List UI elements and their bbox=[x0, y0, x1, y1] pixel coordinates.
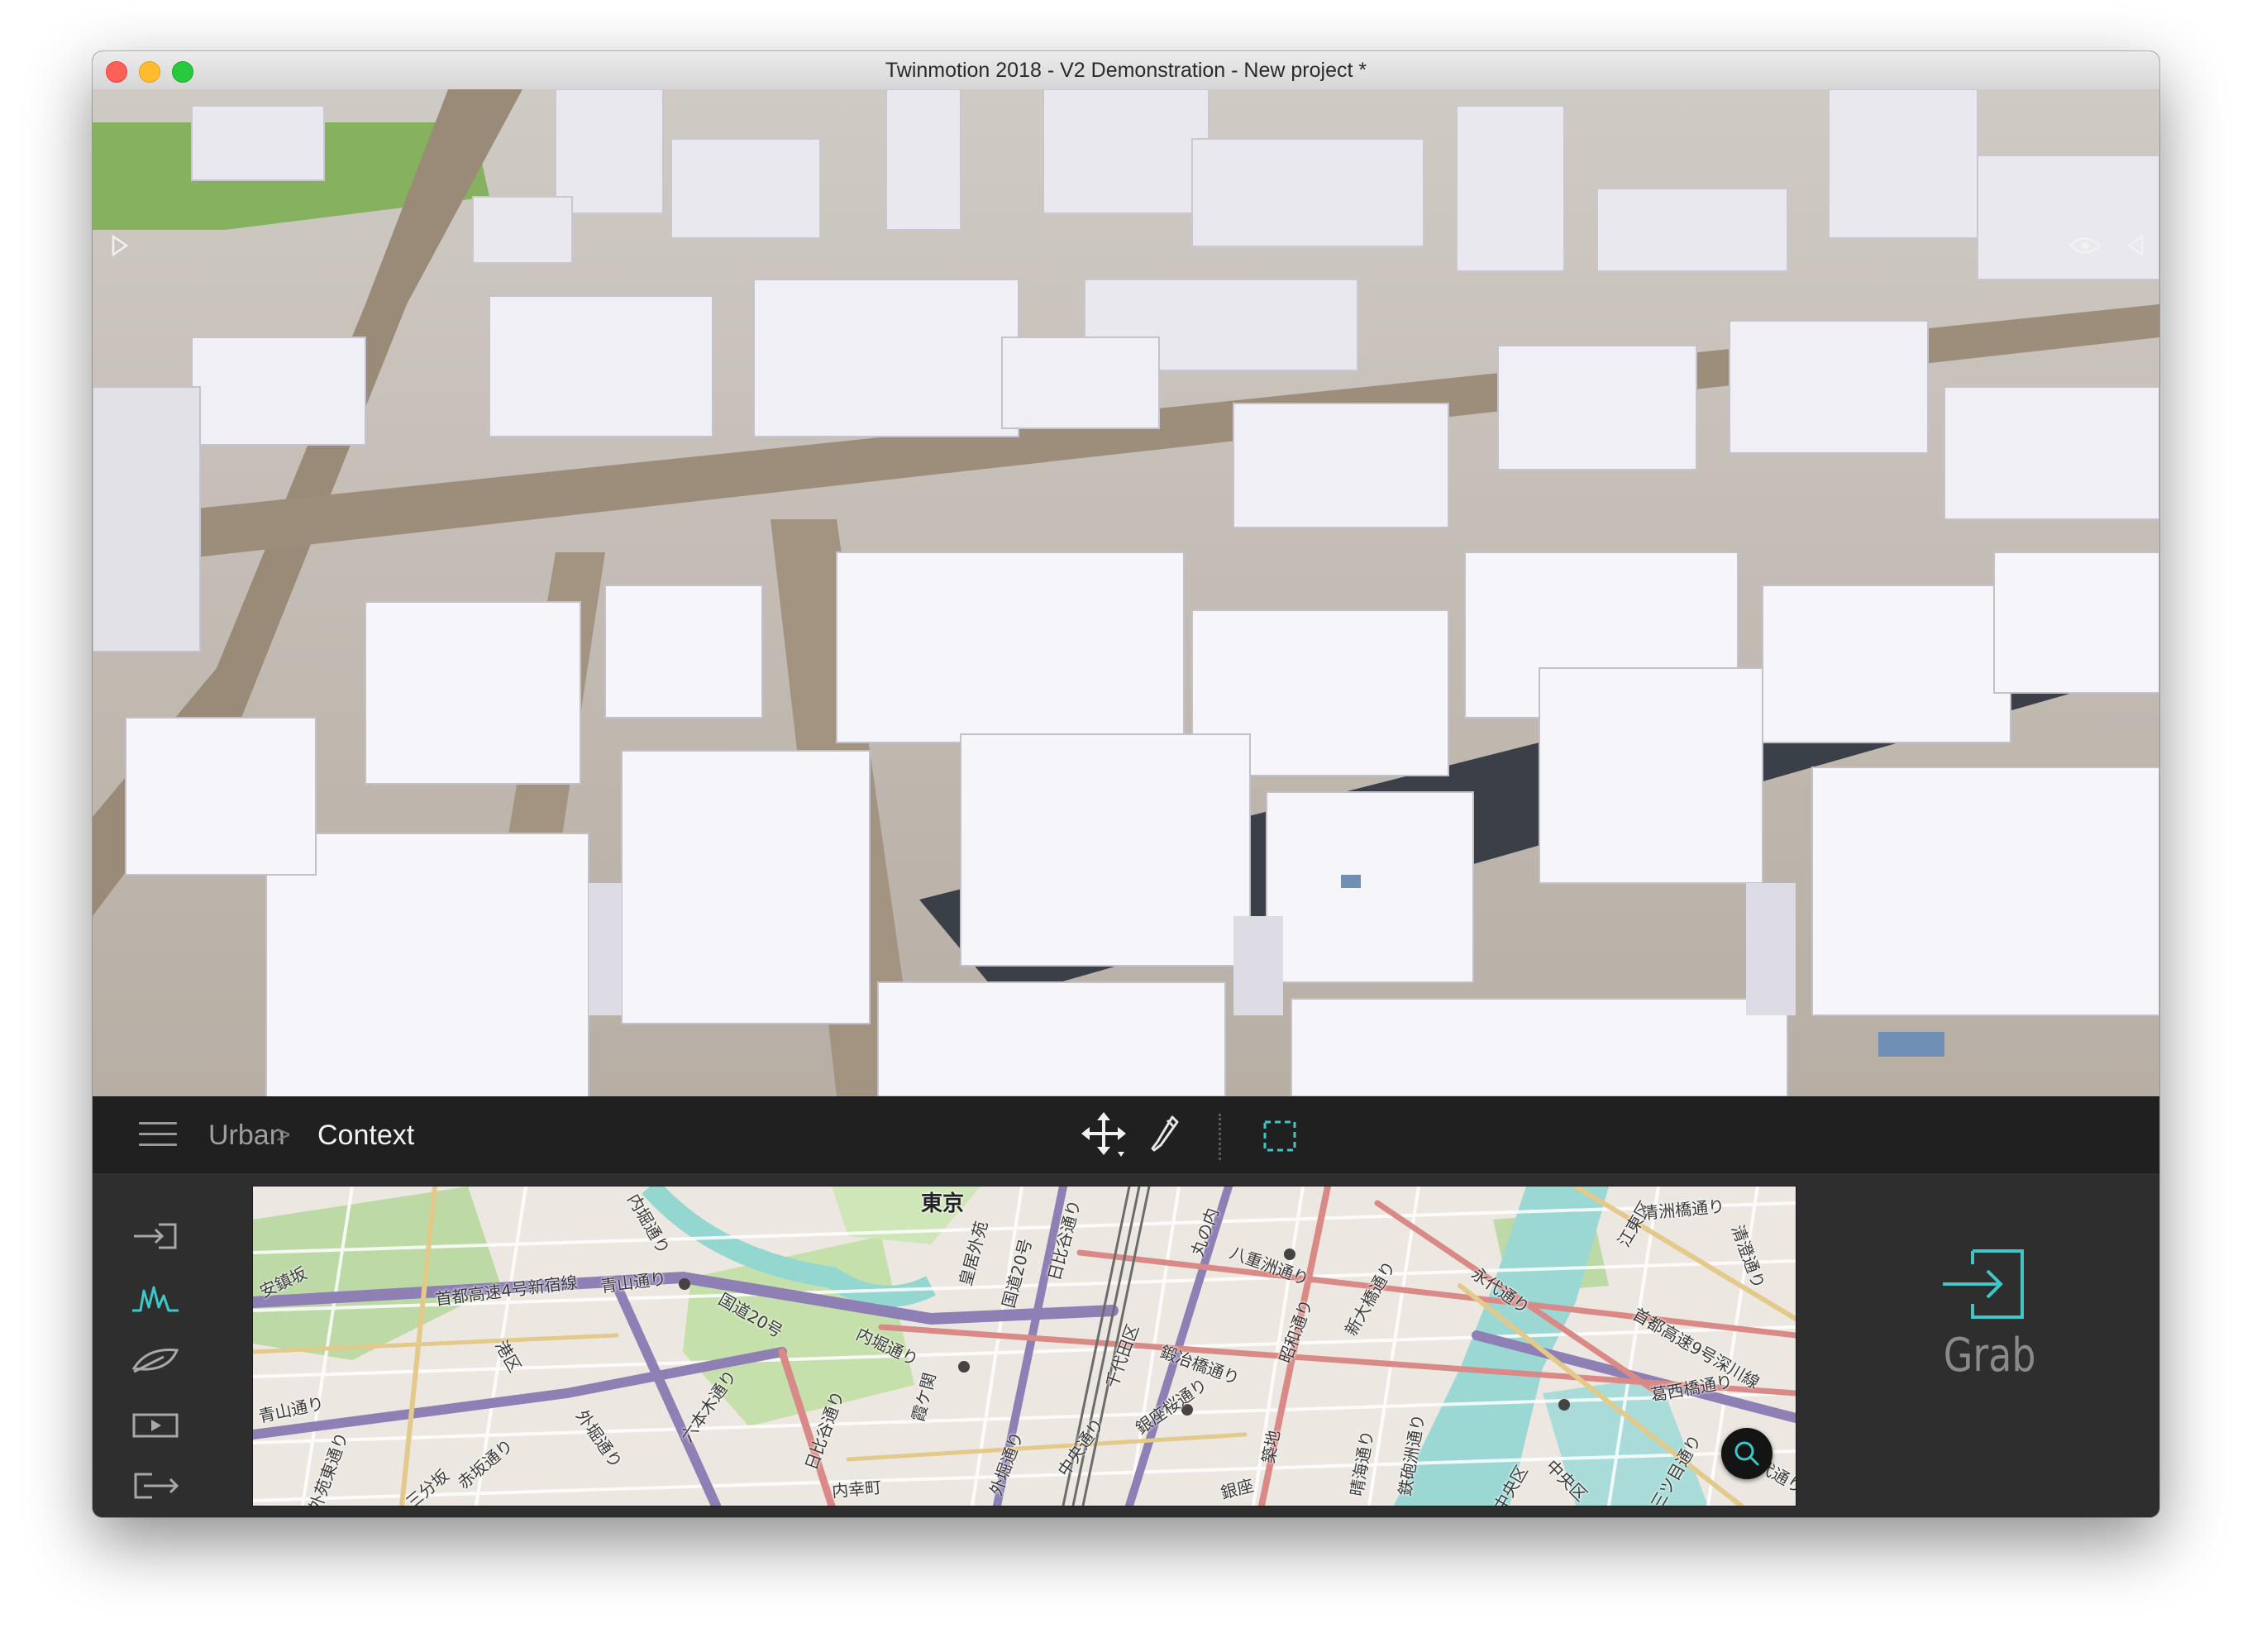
media-icon[interactable] bbox=[131, 1408, 180, 1441]
map-label: 東京 bbox=[921, 1191, 965, 1216]
selection-box-icon[interactable] bbox=[1260, 1112, 1300, 1163]
map-search-button[interactable] bbox=[1721, 1428, 1772, 1479]
map-label: 内幸町 bbox=[831, 1477, 883, 1502]
eyedropper-icon[interactable] bbox=[1147, 1112, 1181, 1163]
export-icon[interactable] bbox=[131, 1469, 180, 1502]
move-tool-icon[interactable] bbox=[1081, 1112, 1126, 1163]
context-panel: 東京 安鎮坂 首都高速4号新宿線 青山通り 内堀通り 国道20号 内堀通り 皇居… bbox=[93, 1173, 2159, 1517]
breadcrumb-urban[interactable]: Urban bbox=[208, 1115, 285, 1155]
window-title: Twinmotion 2018 - V2 Demonstration - New… bbox=[885, 59, 1367, 82]
city-render bbox=[93, 89, 2159, 1096]
hamburger-menu-icon[interactable] bbox=[139, 1122, 177, 1148]
3d-viewport[interactable] bbox=[93, 89, 2159, 1096]
terrain-icon[interactable] bbox=[131, 1282, 180, 1315]
map-view[interactable]: 東京 安鎮坂 首都高速4号新宿線 青山通り 内堀通り 国道20号 内堀通り 皇居… bbox=[252, 1186, 1796, 1506]
import-icon[interactable] bbox=[131, 1220, 180, 1253]
grab-icon bbox=[1943, 1249, 2024, 1319]
title-bar: Twinmotion 2018 - V2 Demonstration - New… bbox=[93, 51, 2159, 90]
toolbar: Urban > Context bbox=[93, 1096, 2159, 1174]
grab-label: Grab bbox=[1943, 1329, 2036, 1382]
search-icon bbox=[1734, 1441, 1759, 1466]
grab-button[interactable]: Grab bbox=[1935, 1246, 2036, 1382]
toolbar-divider bbox=[1219, 1114, 1221, 1160]
app-window: Twinmotion 2018 - V2 Demonstration - New… bbox=[93, 51, 2159, 1517]
breadcrumb-separator: > bbox=[276, 1121, 291, 1148]
vegetation-icon[interactable] bbox=[131, 1344, 180, 1377]
breadcrumb-context: Context bbox=[317, 1120, 415, 1151]
